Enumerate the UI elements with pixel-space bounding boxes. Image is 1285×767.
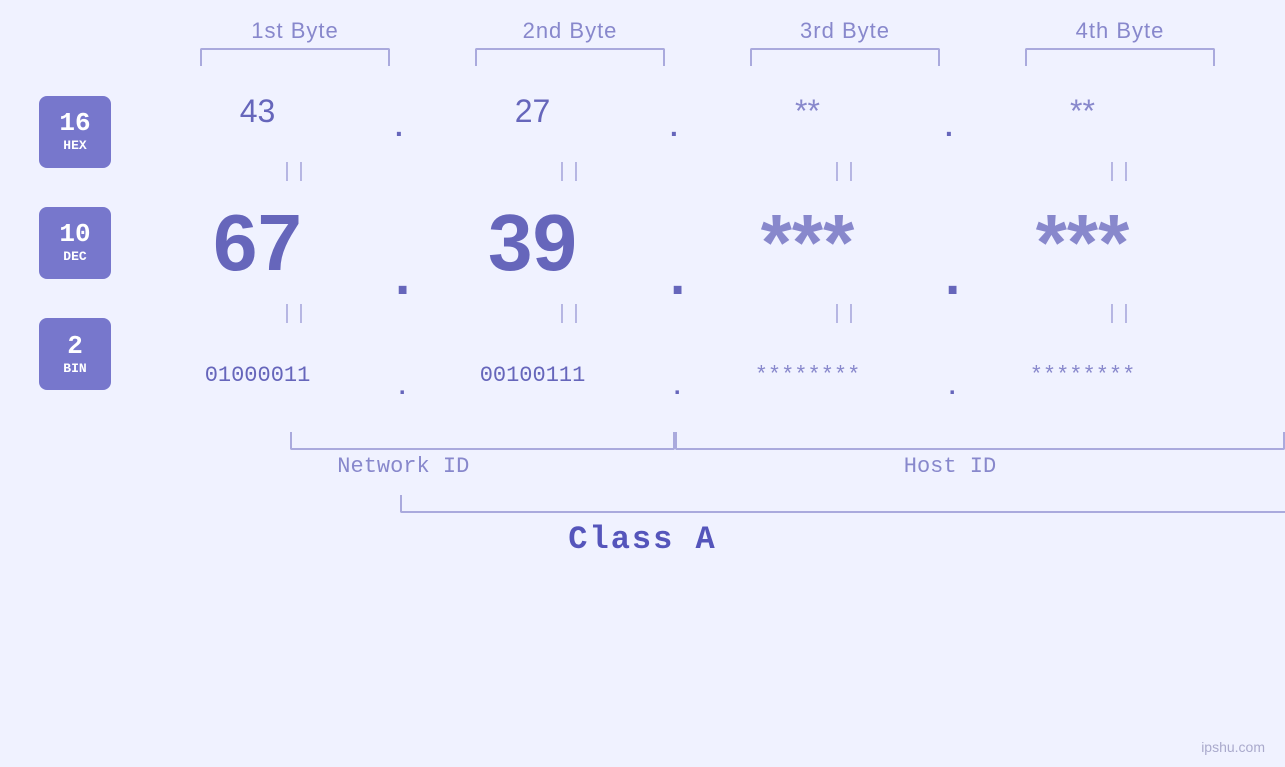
bin-row-inner: 01000011 . 00100111 . ******** [138, 363, 1278, 388]
hex-b4-cell: ** [963, 93, 1203, 130]
byte4-header: 4th Byte [983, 18, 1258, 44]
bracket-4 [983, 48, 1258, 66]
byte1-header: 1st Byte [158, 18, 433, 44]
dec-b3-cell: *** [688, 197, 928, 289]
byte3-header: 3rd Byte [708, 18, 983, 44]
bin-b4-cell: ******** [963, 363, 1203, 388]
bracket-2 [433, 48, 708, 66]
bin-badge-num: 2 [67, 333, 83, 359]
hex-b3-value: ** [795, 93, 820, 129]
eq2-b4: || [983, 303, 1258, 326]
hex-b4-value: ** [1070, 93, 1095, 129]
hex-b1-cell: 43 [138, 93, 378, 130]
bin-b3-value: ******** [755, 363, 861, 388]
bin-b4-value: ******** [1030, 363, 1136, 388]
main-container: 1st Byte 2nd Byte 3rd Byte 4th Byte 16 H… [0, 0, 1285, 767]
dec-b4-cell: *** [963, 197, 1203, 289]
eq1-b1: || [158, 161, 433, 184]
bin-b1-value: 01000011 [205, 363, 311, 388]
hex-b2-value: 27 [515, 93, 551, 129]
dec-b4-value: *** [1036, 198, 1129, 287]
dec-b2-cell: 39 [413, 197, 653, 289]
badges-column: 16 HEX 10 DEC 2 BIN [0, 66, 130, 420]
hex-b1-value: 43 [240, 93, 276, 129]
bin-badge: 2 BIN [39, 318, 111, 390]
equals-row-1: || || || || [130, 156, 1285, 188]
class-label: Class A [0, 521, 1285, 558]
host-id-label: Host ID [615, 454, 1285, 479]
watermark: ipshu.com [1201, 739, 1265, 755]
bin-badge-label: BIN [63, 361, 86, 376]
dec-badge-num: 10 [59, 221, 90, 247]
dec-badge: 10 DEC [39, 207, 111, 279]
content-area: 16 HEX 10 DEC 2 BIN 43 . [0, 66, 1285, 420]
byte-headers: 1st Byte 2nd Byte 3rd Byte 4th Byte [65, 0, 1285, 44]
dec-row-inner: 67 . 39 . *** . [138, 197, 1278, 289]
dec-b3-value: *** [761, 198, 854, 287]
hex-badge: 16 HEX [39, 96, 111, 168]
class-bracket [400, 495, 1285, 513]
hex-badge-label: HEX [63, 138, 86, 153]
ip-rows-column: 43 . 27 . ** . [130, 66, 1285, 420]
hex-row: 43 . 27 . ** . [130, 66, 1285, 156]
bin-b2-value: 00100111 [480, 363, 586, 388]
dec-b2-value: 39 [488, 198, 577, 287]
eq1-b3: || [708, 161, 983, 184]
dec-b1-cell: 67 [138, 197, 378, 289]
hex-badge-num: 16 [59, 110, 90, 136]
bin-b1-cell: 01000011 [138, 363, 378, 388]
eq2-b1: || [158, 303, 433, 326]
bracket-1 [158, 48, 433, 66]
bin-b3-cell: ******** [688, 363, 928, 388]
hex-b2-cell: 27 [413, 93, 653, 130]
byte2-header: 2nd Byte [433, 18, 708, 44]
top-brackets [158, 48, 1258, 66]
dec-row: 67 . 39 . *** . [130, 188, 1285, 298]
eq1-b4: || [983, 161, 1258, 184]
network-bracket [290, 432, 675, 450]
bottom-brackets [130, 420, 1285, 450]
eq2-b2: || [433, 303, 708, 326]
eq1-b2: || [433, 161, 708, 184]
bottom-section: Network ID Host ID Class A [0, 420, 1285, 558]
eq2-b3: || [708, 303, 983, 326]
host-bracket [675, 432, 1285, 450]
bin-row: 01000011 . 00100111 . ******** [130, 330, 1285, 420]
bracket-3 [708, 48, 983, 66]
bin-b2-cell: 00100111 [413, 363, 653, 388]
equals-row-2: || || || || [130, 298, 1285, 330]
network-id-label: Network ID [192, 454, 615, 479]
dec-badge-label: DEC [63, 249, 86, 264]
hex-b3-cell: ** [688, 93, 928, 130]
hex-row-inner: 43 . 27 . ** . [138, 93, 1278, 130]
id-labels-row: Network ID Host ID [130, 454, 1285, 479]
dec-b1-value: 67 [213, 198, 302, 287]
